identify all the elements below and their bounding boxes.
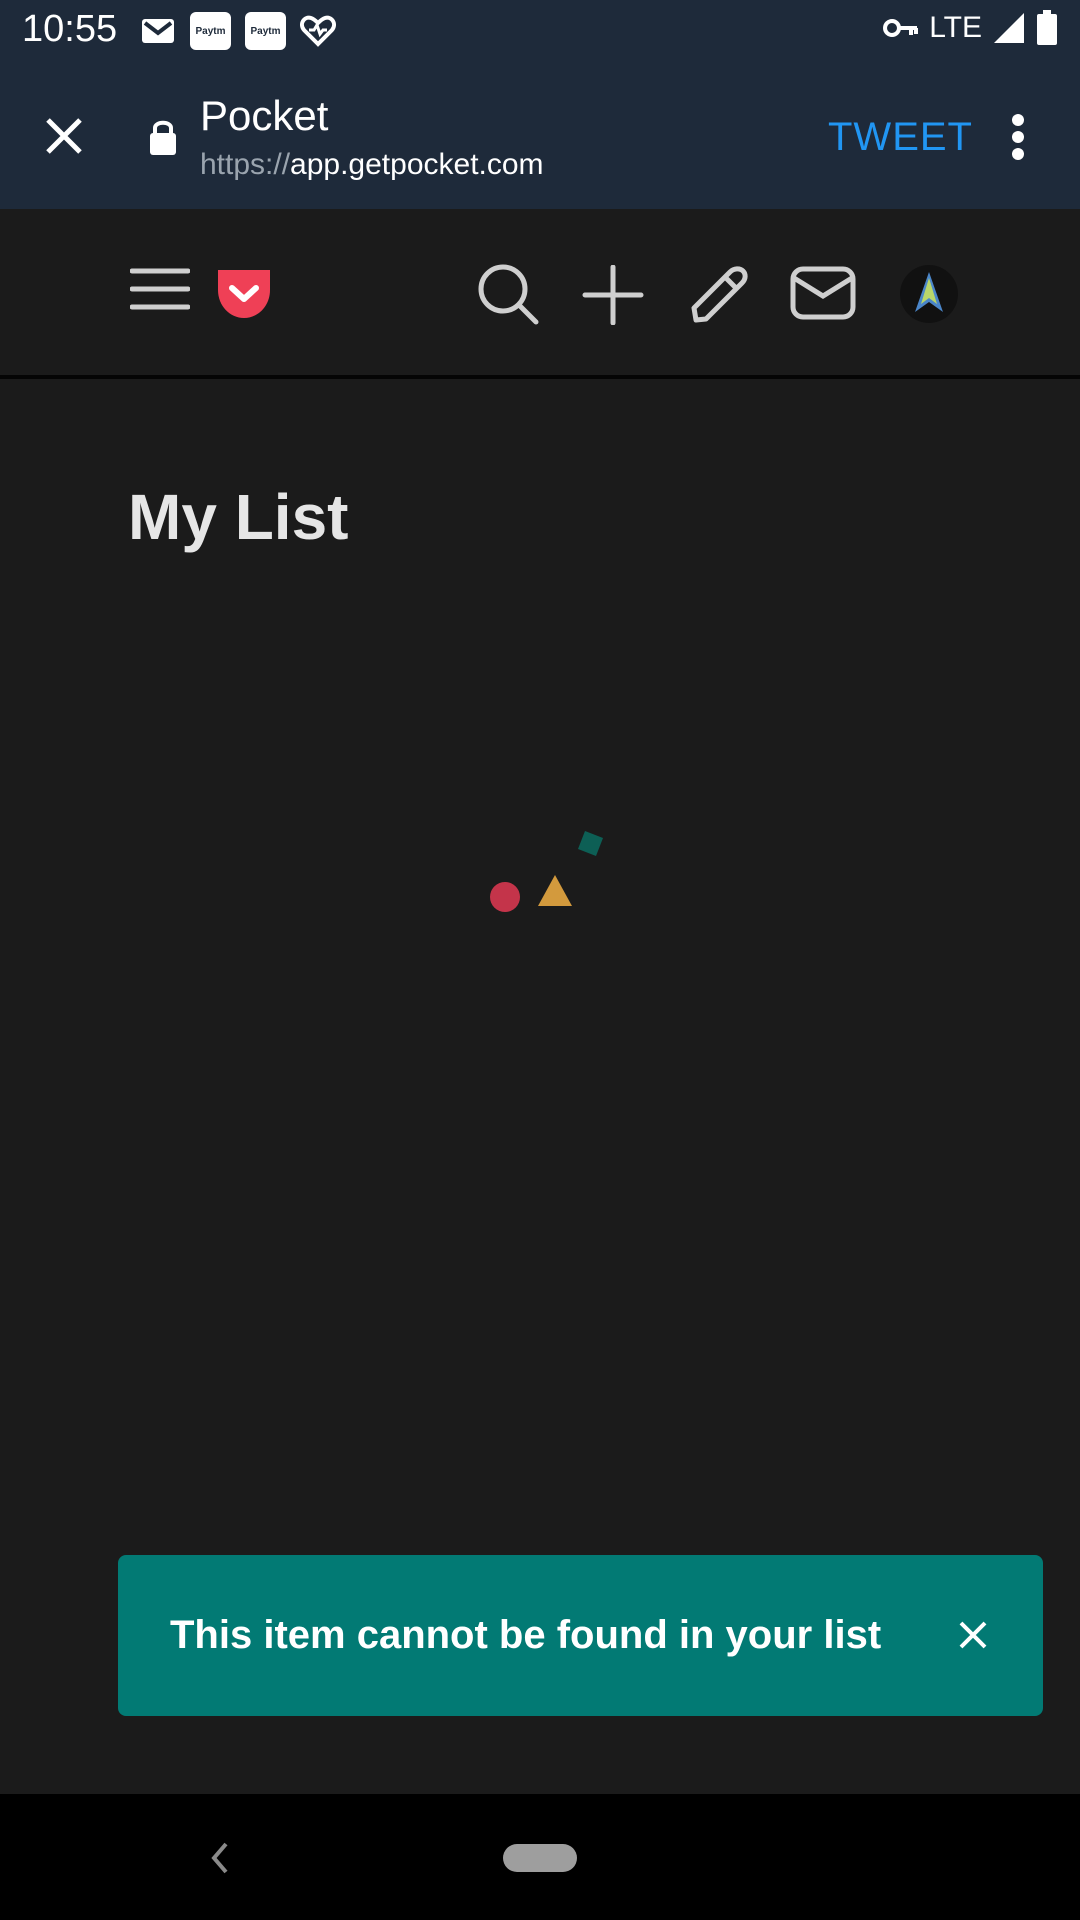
back-icon[interactable] [208, 1840, 232, 1876]
more-options-icon[interactable] [1010, 114, 1026, 160]
avatar-icon[interactable] [899, 264, 959, 324]
tab-url[interactable]: https://app.getpocket.com [200, 148, 544, 182]
loading-circle [490, 882, 520, 912]
paytm-icon: Paytm [245, 12, 286, 50]
url-scheme: https:// [200, 148, 291, 181]
pocket-logo-icon[interactable] [214, 266, 274, 320]
toast-notification: This item cannot be found in your list [118, 1555, 1043, 1716]
status-time: 10:55 [22, 8, 118, 50]
toast-close-icon[interactable] [951, 1613, 995, 1657]
lock-icon [150, 120, 176, 155]
menu-icon[interactable] [130, 267, 190, 311]
battery-icon [1037, 10, 1057, 45]
add-icon[interactable] [582, 265, 644, 325]
signal-icon [994, 13, 1024, 43]
tweet-button[interactable]: TWEET [828, 115, 973, 160]
paytm-icon: Paytm [190, 12, 231, 50]
page-title: My List [128, 481, 349, 553]
loading-square [578, 831, 603, 856]
loading-spinner [490, 831, 603, 912]
notification-icons: Paytm Paytm [140, 12, 336, 50]
toast-message: This item cannot be found in your list [170, 1613, 882, 1657]
loading-triangle [538, 875, 572, 906]
close-icon[interactable] [44, 116, 84, 156]
network-type: LTE [929, 11, 982, 44]
system-icons: LTE [883, 10, 1058, 46]
heart-health-icon [300, 15, 336, 47]
tab-title: Pocket [200, 92, 329, 139]
gmail-icon [142, 19, 174, 43]
search-icon[interactable] [476, 262, 540, 326]
home-pill[interactable] [503, 1844, 577, 1872]
edit-icon[interactable] [688, 262, 750, 324]
url-host: app.getpocket.com [290, 148, 544, 181]
inbox-icon[interactable] [790, 266, 856, 320]
vpn-key-icon [883, 19, 919, 37]
